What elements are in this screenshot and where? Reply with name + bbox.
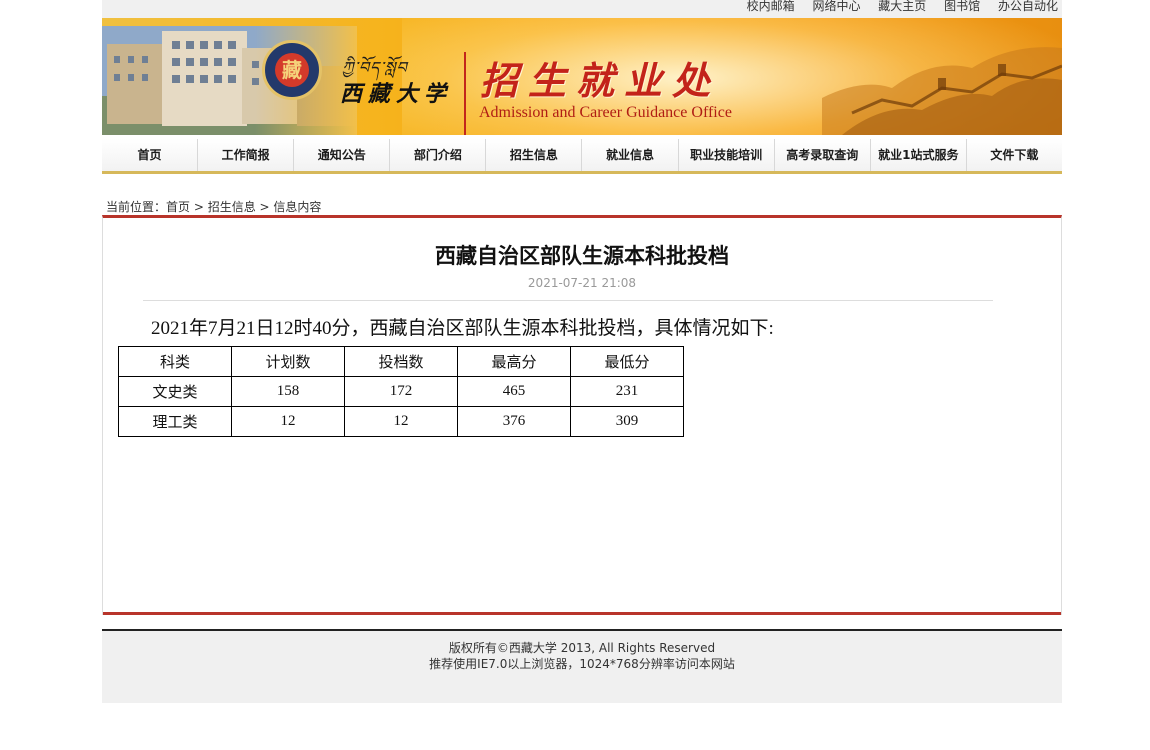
table-header-cell: 科类 [118,346,232,377]
table-cell: 理工类 [118,406,232,437]
link-office-automation[interactable]: 办公自动化 [998,0,1058,13]
nav-home[interactable]: 首页 [102,139,199,171]
breadcrumb: 当前位置：首页 > 招生信息 > 信息内容 [102,199,1062,215]
top-links-bar: 校内邮箱 网络中心 藏大主页 图书馆 办公自动化 [102,0,1062,18]
table-cell: 376 [457,406,571,437]
table-cell: 231 [570,376,684,407]
breadcrumb-prefix: 当前位置： [106,200,167,214]
breadcrumb-current: 信息内容 [273,200,322,214]
table-cell: 158 [231,376,345,407]
nav-vocational-training[interactable]: 职业技能培训 [679,139,775,171]
table-header-cell: 计划数 [231,346,345,377]
title-divider [143,300,993,301]
nav-one-stop-service[interactable]: 就业1站式服务 [871,139,967,171]
table-cell: 文史类 [118,376,232,407]
university-emblem-icon: 藏 [262,40,322,100]
table-header-cell: 投档数 [344,346,458,377]
table-cell: 12 [231,406,345,437]
table-row: 文史类 158 172 465 231 [118,376,684,407]
link-network-center[interactable]: 网络中心 [812,0,860,13]
office-name-chinese: 招生就业处 [480,58,721,103]
table-cell: 172 [344,376,458,407]
school-name-chinese: 西藏大学 [340,81,453,107]
article-content: 西藏自治区部队生源本科批投档 2021-07-21 21:08 2021年7月2… [102,215,1062,615]
link-campus-mail[interactable]: 校内邮箱 [747,0,795,13]
breadcrumb-separator: > [190,200,208,214]
footer-browser-note: 推荐使用IE7.0以上浏览器，1024*768分辨率访问本网站 [429,657,735,671]
table-cell: 12 [344,406,458,437]
footer-copyright: 版权所有©西藏大学 2013, All Rights Reserved [448,641,716,655]
nav-admission-query[interactable]: 高考录取查询 [775,139,871,171]
nav-employment-info[interactable]: 就业信息 [582,139,679,171]
link-library[interactable]: 图书馆 [944,0,980,13]
table-header-cell: 最高分 [457,346,571,377]
breadcrumb-home[interactable]: 首页 [166,200,190,214]
table-header-row: 科类 计划数 投档数 最高分 最低分 [118,346,684,377]
main-navigation: 首页 工作简报 通知公告 部门介绍 招生信息 就业信息 职业技能培训 高考录取查… [102,139,1062,174]
emblem-character: 藏 [275,53,309,87]
page-wrapper: 校内邮箱 网络中心 藏大主页 图书馆 办公自动化 藏 ཀྱི་བོད་སློབ … [102,0,1062,703]
nav-department-intro[interactable]: 部门介绍 [390,139,487,171]
banner-divider [464,52,466,135]
table-cell: 465 [457,376,571,407]
score-table: 科类 计划数 投档数 最高分 最低分 文史类 158 172 465 231 理… [118,346,684,437]
article-title: 西藏自治区部队生源本科批投档 [435,244,729,268]
article-date: 2021-07-21 21:08 [527,276,637,290]
table-cell: 309 [570,406,684,437]
content-bottom-rule [103,612,1061,615]
nav-work-briefing[interactable]: 工作简报 [198,139,295,171]
nav-admission-info[interactable]: 招生信息 [486,139,583,171]
header-banner: 藏 ཀྱི་བོད་སློབ 西藏大学 招生就业处 Admission and … [102,18,1062,135]
page-footer: 版权所有©西藏大学 2013, All Rights Reserved 推荐使用… [102,629,1062,703]
office-name-english: Admission and Career Guidance Office [479,104,732,121]
nav-notices[interactable]: 通知公告 [294,139,391,171]
nav-file-download[interactable]: 文件下载 [967,139,1062,171]
breadcrumb-section[interactable]: 招生信息 [208,200,256,214]
article-intro: 2021年7月21日12时40分，西藏自治区部队生源本科批投档，具体情况如下: [151,318,774,339]
link-university-home[interactable]: 藏大主页 [878,0,926,13]
breadcrumb-separator: > [255,200,274,214]
table-header-cell: 最低分 [570,346,684,377]
table-row: 理工类 12 12 376 309 [118,406,684,437]
great-wall-image [822,47,1062,135]
